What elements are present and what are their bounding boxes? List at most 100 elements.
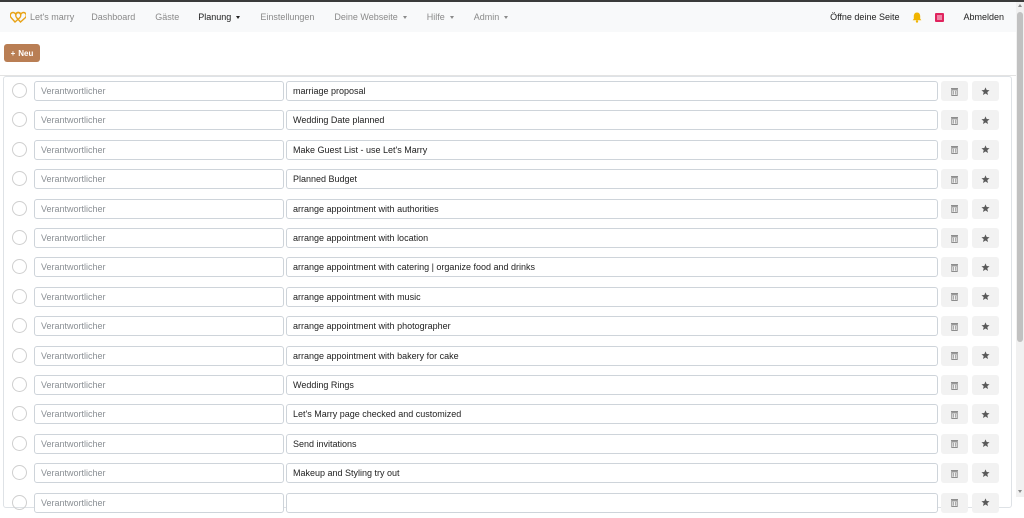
star-task-button[interactable] xyxy=(972,198,999,219)
delete-task-button[interactable] xyxy=(941,375,968,395)
task-complete-checkbox[interactable] xyxy=(12,171,27,187)
task-title-field[interactable]: arrange appointment with bakery for cake xyxy=(286,345,938,366)
responsible-input[interactable] xyxy=(34,492,284,513)
nav-item-1[interactable]: Gäste xyxy=(155,12,179,22)
star-task-button[interactable] xyxy=(972,257,999,278)
responsible-input[interactable] xyxy=(34,110,284,131)
responsible-input[interactable] xyxy=(34,316,284,337)
task-title-field[interactable]: arrange appointment with authorities xyxy=(286,198,938,219)
task-title-field[interactable]: Send invitations xyxy=(286,433,938,454)
task-title-field[interactable]: Make Guest List - use Let's Marry xyxy=(286,139,938,160)
nav-item-5[interactable]: Hilfe xyxy=(427,12,454,22)
responsible-input[interactable] xyxy=(34,257,284,278)
star-task-button[interactable] xyxy=(972,169,999,190)
nav-item-0[interactable]: Dashboard xyxy=(91,12,135,22)
task-title-field[interactable]: arrange appointment with music xyxy=(286,286,938,307)
responsible-input[interactable] xyxy=(34,228,284,248)
task-complete-checkbox[interactable] xyxy=(12,200,27,216)
star-task-button[interactable] xyxy=(972,492,999,513)
nav-item-6[interactable]: Admin xyxy=(474,12,509,22)
language-flag-icon[interactable] xyxy=(935,12,945,22)
responsible-input[interactable] xyxy=(34,286,284,307)
delete-task-button[interactable] xyxy=(941,169,968,190)
trash-icon xyxy=(951,175,958,184)
task-title-field[interactable]: arrange appointment with location xyxy=(286,228,938,248)
delete-task-button[interactable] xyxy=(941,345,968,366)
task-complete-checkbox[interactable] xyxy=(12,347,27,363)
nav-item-label: Planung xyxy=(198,12,232,22)
task-complete-checkbox[interactable] xyxy=(12,141,27,157)
star-task-button[interactable] xyxy=(972,463,999,484)
responsible-input[interactable] xyxy=(34,198,284,219)
task-complete-checkbox[interactable] xyxy=(12,377,27,392)
star-task-button[interactable] xyxy=(972,375,999,395)
task-title-field[interactable]: Let's Marry page checked and customized xyxy=(286,404,938,425)
task-title-field[interactable]: Wedding Rings xyxy=(286,375,938,395)
star-task-button[interactable] xyxy=(972,228,999,248)
task-complete-checkbox[interactable] xyxy=(12,259,27,275)
new-task-button[interactable]: + Neu xyxy=(4,44,40,62)
responsible-input[interactable] xyxy=(34,139,284,160)
delete-task-button[interactable] xyxy=(941,463,968,484)
task-complete-checkbox[interactable] xyxy=(12,288,27,304)
task-row: Planned Budget xyxy=(4,165,1011,194)
star-icon xyxy=(981,410,990,418)
star-task-button[interactable] xyxy=(972,110,999,131)
delete-task-button[interactable] xyxy=(941,139,968,160)
star-icon xyxy=(981,204,990,213)
task-title-field[interactable]: arrange appointment with photographer xyxy=(286,316,938,337)
delete-task-button[interactable] xyxy=(941,404,968,425)
star-task-button[interactable] xyxy=(972,81,999,101)
star-task-button[interactable] xyxy=(972,404,999,425)
task-title-field[interactable]: Makeup and Styling try out xyxy=(286,463,938,484)
task-complete-checkbox[interactable] xyxy=(12,435,27,451)
logout-link[interactable]: Abmelden xyxy=(963,12,1004,22)
responsible-input[interactable] xyxy=(34,375,284,395)
star-task-button[interactable] xyxy=(972,345,999,366)
scroll-down-arrow-icon[interactable] xyxy=(1018,490,1022,493)
task-title-field[interactable]: Planned Budget xyxy=(286,169,938,190)
delete-task-button[interactable] xyxy=(941,198,968,219)
scroll-up-arrow-icon[interactable] xyxy=(1018,4,1022,7)
bell-icon[interactable] xyxy=(911,11,923,23)
task-complete-checkbox[interactable] xyxy=(12,318,27,334)
task-title-field[interactable]: marriage proposal xyxy=(286,81,938,101)
responsible-input[interactable] xyxy=(34,404,284,425)
new-task-label: Neu xyxy=(18,48,34,58)
task-complete-checkbox[interactable] xyxy=(12,83,27,98)
task-row: arrange appointment with bakery for cake xyxy=(4,342,1011,371)
trash-icon xyxy=(951,352,958,361)
nav-item-4[interactable]: Deine Webseite xyxy=(334,12,407,22)
open-site-link[interactable]: Öffne deine Seite xyxy=(830,12,899,22)
delete-task-button[interactable] xyxy=(941,433,968,454)
delete-task-button[interactable] xyxy=(941,492,968,513)
responsible-input[interactable] xyxy=(34,345,284,366)
responsible-input[interactable] xyxy=(34,169,284,190)
delete-task-button[interactable] xyxy=(941,316,968,337)
page-scrollbar[interactable] xyxy=(1016,2,1024,497)
nav-item-3[interactable]: Einstellungen xyxy=(260,12,314,22)
task-complete-checkbox[interactable] xyxy=(12,465,27,481)
star-task-button[interactable] xyxy=(972,139,999,160)
star-task-button[interactable] xyxy=(972,316,999,337)
task-complete-checkbox[interactable] xyxy=(12,112,27,128)
star-task-button[interactable] xyxy=(972,286,999,307)
scrollbar-thumb[interactable] xyxy=(1017,12,1023,342)
brand[interactable]: Let's marry xyxy=(10,11,74,23)
delete-task-button[interactable] xyxy=(941,110,968,131)
task-title-field[interactable] xyxy=(286,492,938,513)
responsible-input[interactable] xyxy=(34,463,284,484)
delete-task-button[interactable] xyxy=(941,81,968,101)
star-icon xyxy=(981,322,990,330)
responsible-input[interactable] xyxy=(34,81,284,101)
responsible-input[interactable] xyxy=(34,433,284,454)
task-complete-checkbox[interactable] xyxy=(12,230,27,245)
delete-task-button[interactable] xyxy=(941,286,968,307)
star-task-button[interactable] xyxy=(972,433,999,454)
delete-task-button[interactable] xyxy=(941,228,968,248)
task-title-field[interactable]: arrange appointment with catering | orga… xyxy=(286,257,938,278)
task-title-field[interactable]: Wedding Date planned xyxy=(286,110,938,131)
nav-item-2[interactable]: Planung xyxy=(198,12,241,22)
delete-task-button[interactable] xyxy=(941,257,968,278)
task-complete-checkbox[interactable] xyxy=(12,406,27,422)
